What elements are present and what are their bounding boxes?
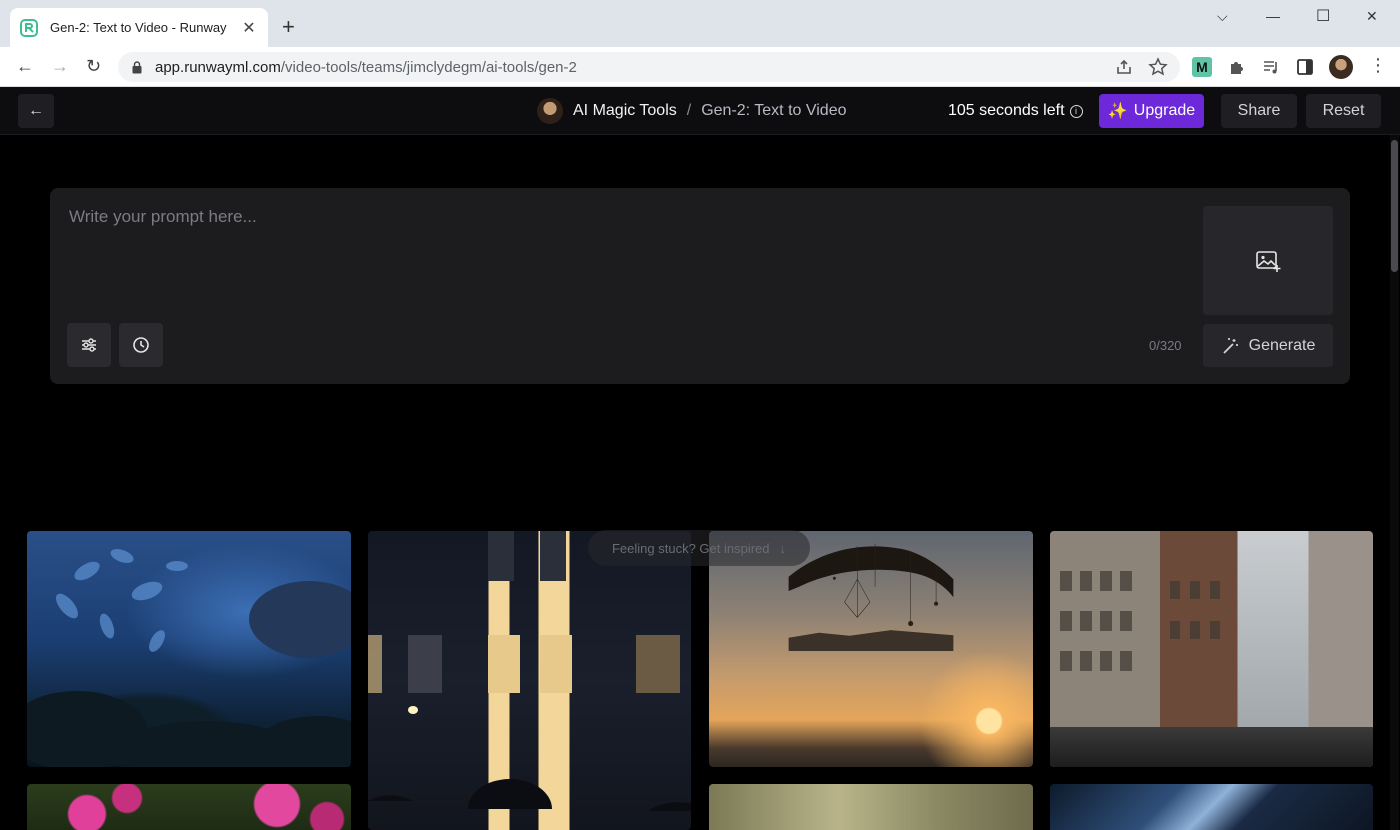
browser-toolbar: ← → ↻ app.runwayml.com/video-tools/teams… bbox=[0, 47, 1400, 87]
breadcrumb-ai-magic-tools[interactable]: AI Magic Tools bbox=[573, 102, 677, 120]
gallery-video-building-night[interactable] bbox=[368, 531, 691, 830]
maximize-button[interactable]: ☐ bbox=[1316, 6, 1330, 26]
tab-title: Gen-2: Text to Video - Runway bbox=[50, 20, 227, 35]
reload-icon[interactable]: ↻ bbox=[86, 56, 101, 76]
dark-window bbox=[408, 635, 442, 693]
prompt-input[interactable] bbox=[69, 207, 1179, 297]
gallery-video-blue-abstract[interactable] bbox=[1050, 784, 1373, 830]
bookmark-star-icon[interactable] bbox=[1148, 57, 1168, 77]
fish-school-image bbox=[27, 549, 351, 767]
forward-nav-icon[interactable]: → bbox=[51, 56, 69, 76]
seconds-left: 105 seconds left i bbox=[948, 102, 1083, 120]
profile-avatar[interactable] bbox=[1329, 55, 1353, 79]
minimize-button[interactable]: — bbox=[1266, 8, 1280, 24]
arrow-down-icon: ↓ bbox=[779, 540, 787, 556]
umbrellas-image bbox=[368, 779, 691, 811]
share-button[interactable]: Share bbox=[1221, 94, 1297, 128]
tab-close-icon[interactable]: ✕ bbox=[240, 18, 258, 38]
gallery-video-sunset-branch[interactable] bbox=[709, 531, 1033, 767]
image-upload-button[interactable] bbox=[1203, 206, 1333, 315]
url-text: app.runwayml.com/video-tools/teams/jimcl… bbox=[155, 59, 577, 76]
street bbox=[1050, 727, 1373, 767]
upper-window bbox=[488, 531, 514, 581]
runway-logo-icon bbox=[20, 18, 38, 37]
magic-wand-icon bbox=[1223, 337, 1238, 354]
sliders-icon bbox=[82, 338, 96, 352]
generate-label: Generate bbox=[1248, 336, 1316, 354]
lit-window bbox=[540, 635, 572, 693]
lit-window bbox=[488, 635, 520, 693]
upgrade-button[interactable]: ✨ Upgrade bbox=[1099, 94, 1204, 128]
browser-menu-icon[interactable]: ⋮ bbox=[1369, 55, 1387, 76]
scrollbar-thumb[interactable] bbox=[1391, 140, 1398, 272]
image-add-icon bbox=[1256, 250, 1281, 272]
close-window-button[interactable]: ✕ bbox=[1366, 8, 1378, 25]
app-header: ← AI Magic Tools / Gen-2: Text to Video … bbox=[0, 87, 1400, 135]
dim-window bbox=[636, 635, 680, 693]
gallery-video-city-street[interactable] bbox=[1050, 531, 1373, 767]
character-counter: 0/320 bbox=[1149, 338, 1182, 353]
upgrade-label: Upgrade bbox=[1133, 102, 1196, 119]
seconds-left-label: 105 seconds left bbox=[948, 102, 1065, 119]
gallery-video-ocean[interactable] bbox=[27, 531, 351, 767]
gallery-video-flowers[interactable] bbox=[27, 784, 351, 830]
media-control-icon[interactable] bbox=[1261, 57, 1281, 77]
back-button[interactable]: ← bbox=[18, 94, 54, 128]
get-inspired-button[interactable]: Feeling stuck? Get inspired ↓ bbox=[588, 530, 810, 566]
reset-button[interactable]: Reset bbox=[1306, 94, 1381, 128]
gallery-video-light-bokeh[interactable] bbox=[709, 784, 1033, 830]
extensions-puzzle-icon[interactable] bbox=[1227, 57, 1247, 77]
share-page-icon[interactable] bbox=[1114, 57, 1134, 77]
runway-app: ← AI Magic Tools / Gen-2: Text to Video … bbox=[0, 87, 1400, 830]
sparkle-icon: ✨ bbox=[1107, 103, 1128, 120]
get-inspired-label: Feeling stuck? Get inspired bbox=[611, 540, 770, 556]
tab-search-icon[interactable]: ⌵ bbox=[1217, 8, 1228, 25]
breadcrumb-current-page: Gen-2: Text to Video bbox=[701, 102, 847, 119]
user-avatar[interactable] bbox=[537, 98, 563, 124]
street-lamp bbox=[408, 706, 418, 714]
upper-window bbox=[540, 531, 566, 581]
new-tab-button[interactable]: + bbox=[282, 16, 295, 38]
browser-tabstrip: Gen-2: Text to Video - Runway ✕ + ⌵ — ☐ … bbox=[0, 0, 1400, 47]
url-path: /video-tools/teams/jimclydegm/ai-tools/g… bbox=[280, 58, 577, 76]
breadcrumb: AI Magic Tools / Gen-2: Text to Video bbox=[537, 98, 846, 124]
settings-sliders-button[interactable] bbox=[67, 323, 111, 367]
side-panel-icon[interactable] bbox=[1295, 57, 1315, 77]
history-button[interactable] bbox=[119, 323, 163, 367]
address-bar[interactable]: app.runwayml.com/video-tools/teams/jimcl… bbox=[118, 52, 1180, 82]
lit-window bbox=[368, 635, 382, 693]
clock-icon bbox=[133, 337, 149, 353]
prompt-panel: 0/320 Generate bbox=[50, 188, 1350, 384]
medium-extension-icon[interactable]: M bbox=[1192, 57, 1212, 77]
url-host: app.runwayml.com bbox=[155, 58, 281, 76]
info-icon[interactable]: i bbox=[1069, 104, 1083, 118]
generate-button[interactable]: Generate bbox=[1203, 324, 1333, 367]
back-nav-icon[interactable]: ← bbox=[16, 56, 34, 76]
scrollbar[interactable] bbox=[1390, 135, 1399, 830]
breadcrumb-separator: / bbox=[686, 102, 692, 119]
browser-tab[interactable]: Gen-2: Text to Video - Runway ✕ bbox=[10, 8, 268, 47]
lock-icon bbox=[132, 60, 142, 73]
